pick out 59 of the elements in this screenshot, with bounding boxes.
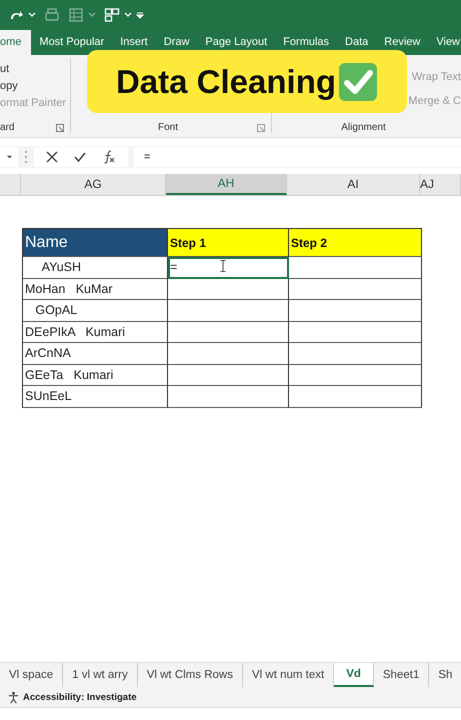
- table-cell[interactable]: [168, 300, 289, 322]
- ribbon-tab[interactable]: Insert: [112, 35, 156, 49]
- ribbon-tab[interactable]: Page Layout: [197, 35, 276, 49]
- caret-icon[interactable]: [28, 11, 36, 19]
- ribbon-tab[interactable]: Draw: [156, 35, 198, 49]
- ribbon-command[interactable]: opy: [0, 80, 70, 92]
- table-cell: SUnEeL: [23, 386, 168, 408]
- caret-icon[interactable]: [124, 11, 132, 19]
- column-header[interactable]: AI: [287, 174, 420, 195]
- launcher-icon[interactable]: [56, 124, 64, 132]
- column-heading: Step 1: [168, 229, 289, 257]
- column-heading: Step 2: [289, 229, 422, 257]
- table-cell: GOpAL: [23, 300, 168, 322]
- cancel-icon[interactable]: [46, 151, 58, 163]
- ribbon-tab[interactable]: Data: [337, 35, 376, 49]
- formula-field[interactable]: =: [134, 147, 461, 167]
- function-icon[interactable]: [102, 150, 116, 164]
- column-header[interactable]: AH: [166, 174, 287, 195]
- table-cell[interactable]: [168, 343, 289, 364]
- ribbon-tab[interactable]: Most Popular: [31, 35, 112, 49]
- group-label: Alignment: [341, 122, 386, 133]
- table-cell[interactable]: [168, 364, 289, 386]
- ribbon-tab[interactable]: View: [428, 35, 461, 49]
- accessibility-icon[interactable]: [7, 690, 20, 704]
- enter-check-icon[interactable]: [74, 151, 86, 163]
- table-cell[interactable]: [289, 300, 422, 322]
- table-cell[interactable]: [168, 278, 289, 300]
- table-cell[interactable]: [289, 322, 422, 343]
- caret-icon: [6, 154, 12, 160]
- launcher-icon[interactable]: [257, 124, 265, 132]
- ribbon-tab[interactable]: ome: [0, 30, 32, 55]
- text-cursor-icon: [220, 260, 226, 272]
- ribbon-tab[interactable]: Review: [376, 35, 428, 49]
- column-heading: Name: [23, 229, 168, 257]
- group-label: Font: [158, 122, 178, 133]
- checkmark-icon: [338, 62, 378, 102]
- table-cell[interactable]: [289, 386, 422, 408]
- table-cell[interactable]: [289, 364, 422, 386]
- table-cell[interactable]: [168, 322, 289, 343]
- banner-title: Data Cleaning: [116, 62, 336, 100]
- ribbon-tab[interactable]: Formulas: [275, 35, 338, 49]
- sheet-tab[interactable]: Vd: [334, 663, 374, 687]
- table-cell: ArCnNA: [23, 343, 168, 364]
- table-cell[interactable]: [289, 343, 422, 364]
- drag-handle-icon[interactable]: [24, 150, 28, 164]
- customize-icon[interactable]: [136, 11, 144, 19]
- table-cell[interactable]: [289, 278, 422, 300]
- column-header[interactable]: AJ: [420, 174, 461, 195]
- table-cell[interactable]: =: [168, 257, 289, 278]
- layout-icon[interactable]: [104, 7, 120, 23]
- table-cell: GEeTa Kumari: [23, 364, 168, 386]
- table-cell[interactable]: [289, 257, 422, 278]
- group-label: ard: [0, 122, 14, 133]
- table-cell: AYuSH: [23, 257, 168, 278]
- status-text[interactable]: Accessibility: Investigate: [23, 692, 137, 702]
- ribbon-command[interactable]: ut: [0, 63, 70, 75]
- table-cell: DEePIkA Kumari: [23, 322, 168, 343]
- table-cell[interactable]: [168, 386, 289, 408]
- table-cell: MoHan KuMar: [23, 278, 168, 300]
